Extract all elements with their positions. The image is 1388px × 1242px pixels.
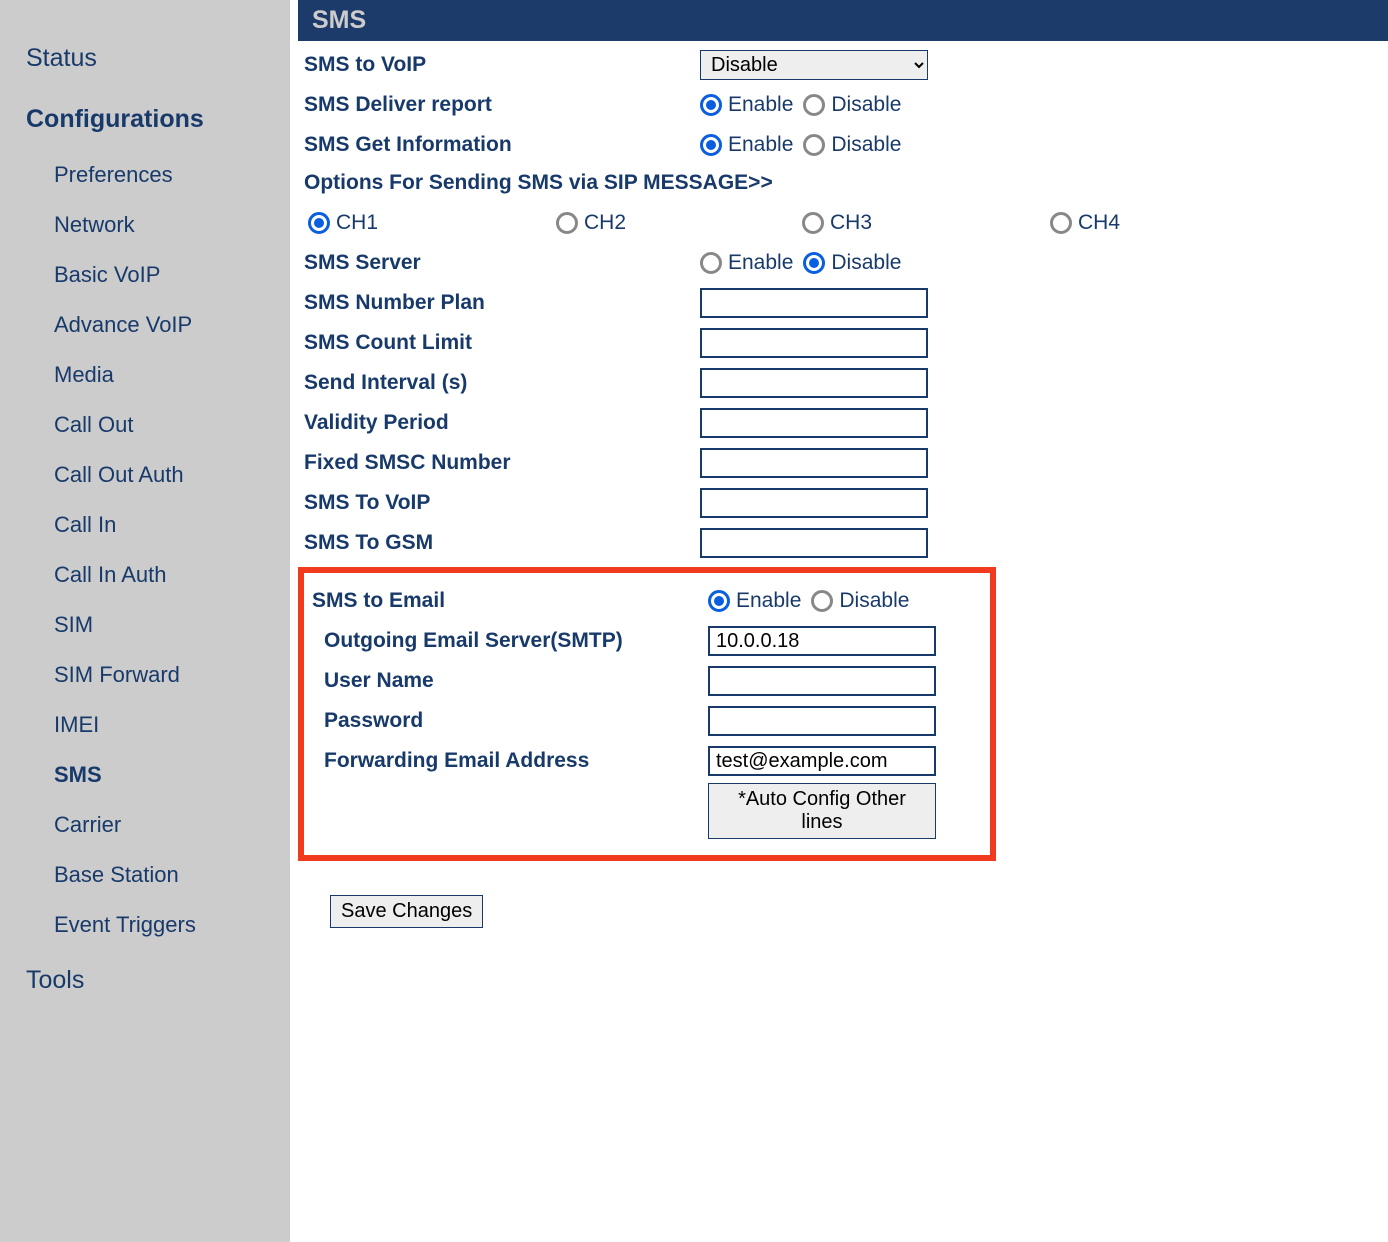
sms-server-disable-radio[interactable]: Disable bbox=[803, 251, 901, 275]
sidebar-sub-call-in-auth[interactable]: Call In Auth bbox=[0, 550, 290, 600]
sidebar-sub-call-in[interactable]: Call In bbox=[0, 500, 290, 550]
sms-to-voip-select[interactable]: Disable bbox=[700, 50, 928, 80]
radio-icon bbox=[700, 134, 722, 156]
sidebar-sub-imei[interactable]: IMEI bbox=[0, 700, 290, 750]
channel-ch1-radio[interactable]: CH1 bbox=[308, 211, 556, 235]
sms-to-gsm-input[interactable] bbox=[700, 528, 928, 558]
sms-to-gsm-label: SMS To GSM bbox=[304, 531, 700, 555]
sms-to-voip-2-input[interactable] bbox=[700, 488, 928, 518]
channel-ch3-radio[interactable]: CH3 bbox=[802, 211, 1050, 235]
sidebar-sub-sms[interactable]: SMS bbox=[0, 750, 290, 800]
sms-get-info-label: SMS Get Information bbox=[304, 133, 700, 157]
sms-deliver-label: SMS Deliver report bbox=[304, 93, 700, 117]
radio-icon bbox=[803, 94, 825, 116]
sms-to-email-label: SMS to Email bbox=[312, 589, 708, 613]
sidebar-sub-media[interactable]: Media bbox=[0, 350, 290, 400]
password-label: Password bbox=[312, 709, 708, 733]
sidebar-sub-sim[interactable]: SIM bbox=[0, 600, 290, 650]
sms-to-email-highlight: SMS to Email Enable Disable Outgoing Ema… bbox=[298, 567, 996, 861]
sidebar-item-configurations[interactable]: Configurations bbox=[0, 89, 290, 150]
sms-deliver-disable-radio[interactable]: Disable bbox=[803, 93, 901, 117]
user-label: User Name bbox=[312, 669, 708, 693]
sms-server-label: SMS Server bbox=[304, 251, 700, 275]
sidebar-sub-advance-voip[interactable]: Advance VoIP bbox=[0, 300, 290, 350]
radio-icon bbox=[556, 212, 578, 234]
auto-config-button[interactable]: *Auto Config Other lines bbox=[708, 783, 936, 839]
radio-icon bbox=[700, 94, 722, 116]
validity-input[interactable] bbox=[700, 408, 928, 438]
channel-ch4-radio[interactable]: CH4 bbox=[1050, 211, 1120, 235]
number-plan-label: SMS Number Plan bbox=[304, 291, 700, 315]
sms-server-enable-radio[interactable]: Enable bbox=[700, 251, 793, 275]
options-sip-message-link[interactable]: Options For Sending SMS via SIP MESSAGE>… bbox=[304, 165, 1382, 209]
radio-icon bbox=[708, 590, 730, 612]
sms-deliver-enable-radio[interactable]: Enable bbox=[700, 93, 793, 117]
radio-icon bbox=[802, 212, 824, 234]
sms-get-info-enable-radio[interactable]: Enable bbox=[700, 133, 793, 157]
send-interval-input[interactable] bbox=[700, 368, 928, 398]
radio-icon bbox=[803, 252, 825, 274]
smsc-label: Fixed SMSC Number bbox=[304, 451, 700, 475]
sidebar-sub-event-triggers[interactable]: Event Triggers bbox=[0, 900, 290, 950]
save-button[interactable]: Save Changes bbox=[330, 895, 483, 928]
smtp-label: Outgoing Email Server(SMTP) bbox=[312, 629, 708, 653]
radio-icon bbox=[811, 590, 833, 612]
radio-icon bbox=[803, 134, 825, 156]
radio-icon bbox=[700, 252, 722, 274]
password-input[interactable] bbox=[708, 706, 936, 736]
fwd-email-input[interactable] bbox=[708, 746, 936, 776]
sms-get-info-disable-radio[interactable]: Disable bbox=[803, 133, 901, 157]
sidebar-sub-base-station[interactable]: Base Station bbox=[0, 850, 290, 900]
smsc-input[interactable] bbox=[700, 448, 928, 478]
channel-ch2-radio[interactable]: CH2 bbox=[556, 211, 802, 235]
sidebar-sub-call-out-auth[interactable]: Call Out Auth bbox=[0, 450, 290, 500]
fwd-email-label: Forwarding Email Address bbox=[312, 749, 708, 773]
smtp-input[interactable] bbox=[708, 626, 936, 656]
sidebar-item-status[interactable]: Status bbox=[0, 28, 290, 89]
user-input[interactable] bbox=[708, 666, 936, 696]
sidebar: Status Configurations Preferences Networ… bbox=[0, 0, 290, 1242]
sidebar-sub-basic-voip[interactable]: Basic VoIP bbox=[0, 250, 290, 300]
send-interval-label: Send Interval (s) bbox=[304, 371, 700, 395]
validity-label: Validity Period bbox=[304, 411, 700, 435]
sidebar-sub-carrier[interactable]: Carrier bbox=[0, 800, 290, 850]
radio-icon bbox=[308, 212, 330, 234]
sidebar-sub-network[interactable]: Network bbox=[0, 200, 290, 250]
panel-title: SMS bbox=[298, 0, 1388, 41]
count-limit-label: SMS Count Limit bbox=[304, 331, 700, 355]
main-panel: SMS SMS to VoIP Disable SMS Deliver repo… bbox=[290, 0, 1388, 1242]
sidebar-item-tools[interactable]: Tools bbox=[0, 950, 290, 1011]
sms-to-voip-2-label: SMS To VoIP bbox=[304, 491, 700, 515]
sms-to-voip-label: SMS to VoIP bbox=[304, 53, 700, 77]
radio-icon bbox=[1050, 212, 1072, 234]
sms-to-email-disable-radio[interactable]: Disable bbox=[811, 589, 909, 613]
number-plan-input[interactable] bbox=[700, 288, 928, 318]
sms-to-email-enable-radio[interactable]: Enable bbox=[708, 589, 801, 613]
count-limit-input[interactable] bbox=[700, 328, 928, 358]
sidebar-sub-preferences[interactable]: Preferences bbox=[0, 150, 290, 200]
sidebar-sub-call-out[interactable]: Call Out bbox=[0, 400, 290, 450]
sidebar-sub-sim-forward[interactable]: SIM Forward bbox=[0, 650, 290, 700]
